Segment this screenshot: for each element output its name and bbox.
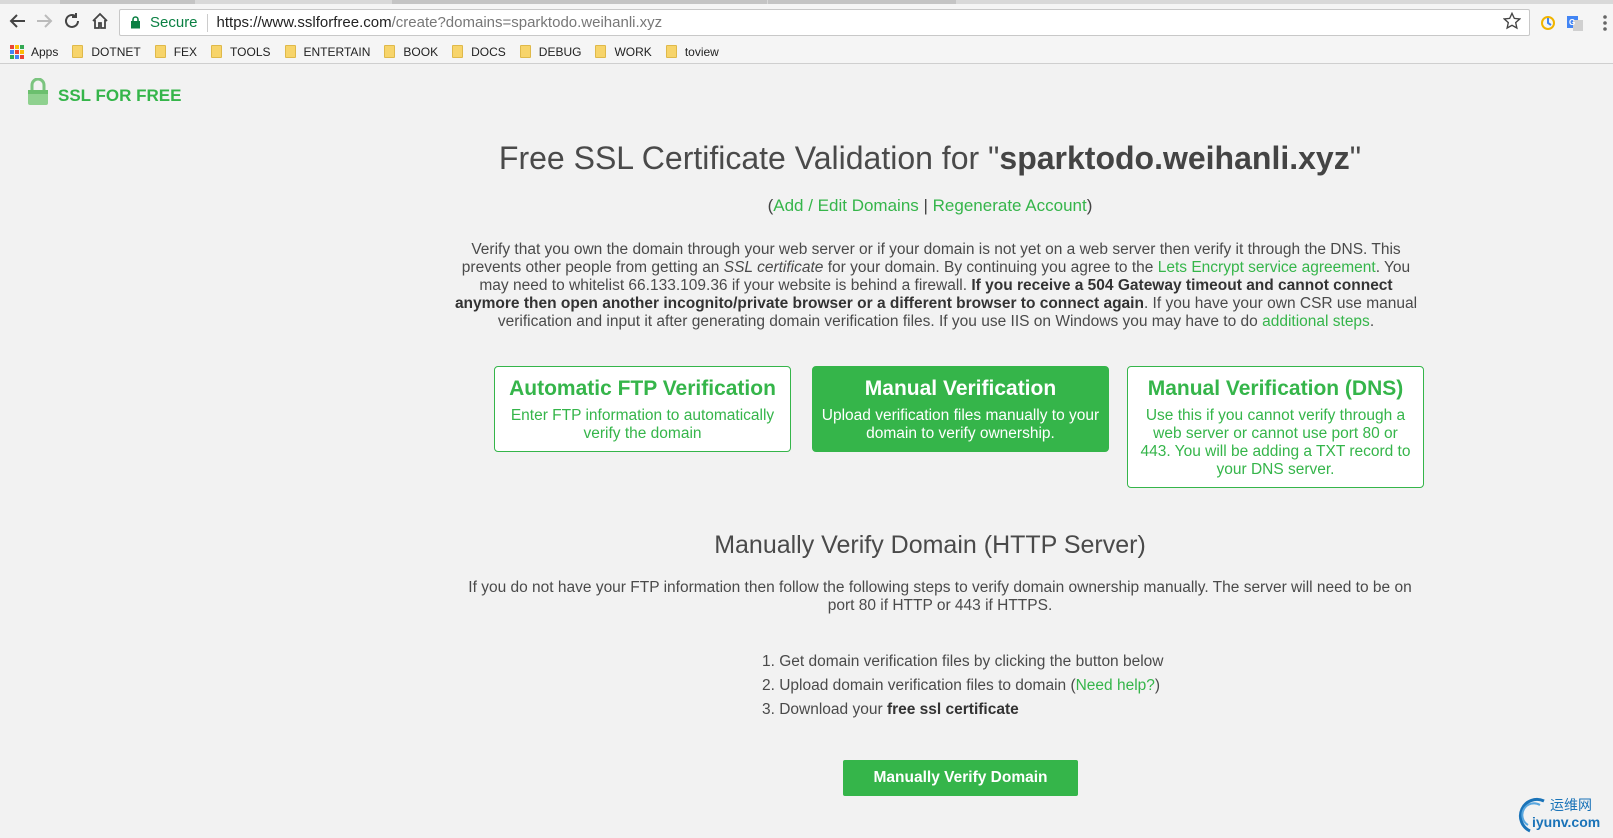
bookmark-folder-toview[interactable]: toview — [665, 41, 719, 63]
secure-label: Secure — [150, 14, 198, 31]
step-text: ) — [1154, 677, 1161, 694]
bookmark-folder-book[interactable]: BOOK — [384, 41, 438, 63]
forward-button[interactable] — [31, 8, 57, 34]
extension-icon[interactable] — [1538, 13, 1558, 33]
bookmark-label: ENTERTAIN — [303, 44, 371, 59]
additional-steps-link[interactable]: additional steps — [1262, 313, 1370, 330]
automatic-ftp-verification-card[interactable]: Automatic FTP Verification Enter FTP inf… — [494, 366, 791, 452]
bookmark-star-icon[interactable] — [1502, 11, 1522, 34]
need-help-link[interactable]: Need help? — [1076, 677, 1155, 694]
folder-icon — [211, 45, 223, 58]
card-description: Upload verification files manually to yo… — [821, 407, 1100, 442]
card-title: Manual Verification (DNS) — [1147, 377, 1404, 400]
bookmark-folder-entertain[interactable]: ENTERTAIN — [284, 41, 371, 63]
regenerate-account-link[interactable]: Regenerate Account — [933, 196, 1087, 215]
list-item: 1. Get domain verification files by clic… — [762, 653, 1164, 677]
lock-icon — [130, 15, 144, 31]
list-item: 2. Upload domain verification files to d… — [762, 677, 1164, 701]
intro-emphasis: SSL certificate — [723, 259, 824, 276]
folder-icon — [284, 45, 296, 58]
reload-icon — [65, 13, 79, 28]
section-heading: Manually Verify Domain (HTTP Server) — [714, 531, 1146, 559]
menu-icon[interactable] — [1595, 13, 1613, 33]
title-suffix: " — [1349, 140, 1362, 176]
card-title: Manual Verification — [864, 377, 1057, 400]
url-host: https://www.sslforfree.com — [216, 14, 392, 31]
forward-arrow-icon — [37, 14, 53, 28]
home-icon — [92, 12, 108, 29]
watermark-text: 运维网 — [1550, 797, 1592, 813]
step-text: 3. Download your — [762, 701, 887, 718]
bookmark-folder-debug[interactable]: DEBUG — [519, 41, 582, 63]
card-description: Use this if you cannot verify through a … — [1140, 407, 1411, 478]
bookmark-label: WORK — [614, 44, 652, 59]
bookmark-label: DOCS — [471, 44, 506, 59]
intro-text: . — [1369, 313, 1375, 330]
site-name: SSL FOR FREE — [58, 86, 182, 105]
intro-text: for your domain. By continuing you agree… — [823, 259, 1158, 276]
padlock-logo-icon — [28, 78, 48, 105]
folder-icon — [154, 45, 166, 58]
bookmark-folder-tools[interactable]: TOOLS — [211, 41, 271, 63]
card-title: Automatic FTP Verification — [509, 377, 776, 400]
folder-icon — [519, 45, 531, 58]
bookmark-folder-dotnet[interactable]: DOTNET — [72, 41, 141, 63]
home-button[interactable] — [87, 8, 113, 34]
bookmark-label: BOOK — [403, 44, 439, 59]
folder-icon — [452, 45, 464, 58]
back-arrow-icon — [9, 14, 25, 28]
divider — [206, 13, 208, 32]
url-path: /create?domains=sparktodo.weihanli.xyz — [391, 14, 663, 31]
account-links: (Add / Edit Domains | Regenerate Account… — [767, 196, 1093, 215]
translate-icon[interactable]: G — [1565, 13, 1585, 33]
apps-icon — [10, 44, 24, 59]
browser-toolbar: Secure https://www.sslforfree.com/create… — [0, 4, 1613, 40]
address-bar[interactable]: Secure https://www.sslforfree.com/create… — [119, 9, 1530, 36]
back-button[interactable] — [5, 8, 31, 34]
bookmark-folder-docs[interactable]: DOCS — [452, 41, 506, 63]
section-paragraph: If you do not have your FTP information … — [468, 579, 1412, 614]
bookmark-label: FEX — [173, 44, 198, 59]
steps-list: 1. Get domain verification files by clic… — [762, 653, 1164, 725]
card-description: Enter FTP information to automatically v… — [510, 407, 775, 442]
list-item: 3. Download your free ssl certificate — [762, 701, 1164, 725]
lets-encrypt-agreement-link[interactable]: Lets Encrypt service agreement — [1158, 259, 1376, 276]
bookmark-label: DEBUG — [538, 44, 582, 59]
watermark-text: iyunv.com — [1532, 814, 1601, 830]
folder-icon — [595, 45, 607, 58]
add-edit-domains-link[interactable]: Add / Edit Domains — [773, 196, 919, 215]
folder-icon — [72, 45, 84, 58]
bookmark-label: TOOLS — [230, 44, 271, 59]
folder-icon — [665, 45, 677, 58]
bookmark-apps[interactable]: Apps — [10, 41, 58, 63]
title-prefix: Free SSL Certificate Validation for " — [498, 140, 1000, 176]
folder-icon — [384, 45, 396, 58]
reload-button[interactable] — [59, 8, 85, 34]
manual-verification-card[interactable]: Manual Verification Upload verification … — [812, 366, 1109, 452]
bookmark-label: DOTNET — [91, 44, 141, 59]
site-logo[interactable]: SSL FOR FREE — [27, 78, 181, 106]
page-title: Free SSL Certificate Validation for "spa… — [450, 140, 1410, 177]
bookmark-label: toview — [684, 44, 719, 59]
svg-text:G: G — [1569, 18, 1575, 27]
manually-verify-domain-button[interactable]: Manually Verify Domain — [843, 760, 1078, 796]
step-emphasis: free ssl certificate — [886, 701, 1019, 718]
bookmark-folder-work[interactable]: WORK — [595, 41, 652, 63]
manual-verification-dns-card[interactable]: Manual Verification (DNS) Use this if yo… — [1127, 366, 1424, 488]
step-text: 2. Upload domain verification files to d… — [762, 677, 1076, 694]
watermark-logo: 运维网 iyunv.com — [1510, 793, 1610, 835]
intro-paragraph: Verify that you own the domain through y… — [452, 241, 1420, 331]
bookmarks-bar: Apps DOTNET FEX TOOLS ENTERTAIN BOOK DOC… — [0, 40, 1613, 64]
bookmark-label: Apps — [31, 44, 59, 59]
bookmark-folder-fex[interactable]: FEX — [154, 41, 198, 63]
domain-name: sparktodo.weihanli.xyz — [999, 140, 1350, 176]
step-text: 1. Get domain verification files by clic… — [762, 653, 1164, 670]
